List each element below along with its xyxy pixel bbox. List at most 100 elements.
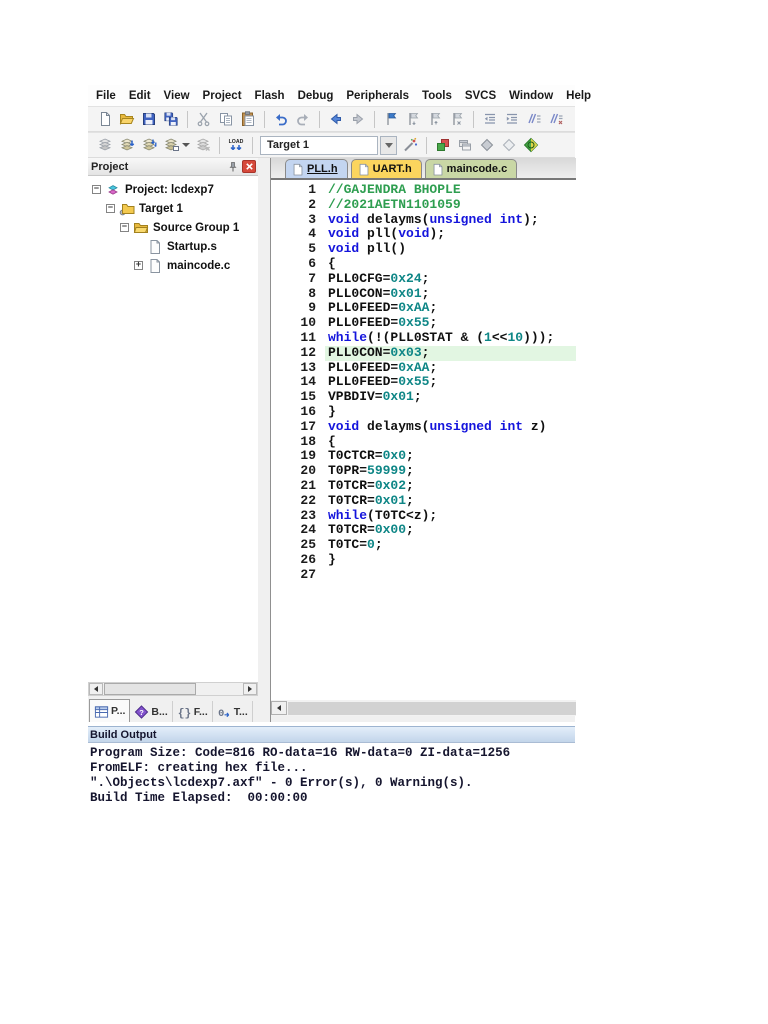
build-icon[interactable] <box>117 135 137 155</box>
target-selector-dropdown-icon[interactable] <box>380 136 397 155</box>
code-line: 16} <box>271 405 576 420</box>
manage-items-icon[interactable] <box>455 135 475 155</box>
code-text: T0TCR=0x02; <box>325 479 576 494</box>
paste-icon[interactable] <box>238 109 258 129</box>
project-horizontal-scrollbar[interactable] <box>88 682 258 696</box>
menu-window[interactable]: Window <box>509 90 553 102</box>
collapse-icon[interactable]: − <box>120 223 129 232</box>
bookmark-prev-icon[interactable] <box>425 109 445 129</box>
line-number: 3 <box>271 213 325 228</box>
code-line: 24T0TCR=0x00; <box>271 523 576 538</box>
options-wand-icon[interactable] <box>400 135 420 155</box>
collapse-icon[interactable]: − <box>106 204 115 213</box>
project-tree: −Project: lcdexp7−Target 1−Source Group … <box>88 176 258 682</box>
cut-icon[interactable] <box>194 109 214 129</box>
tree-item-project-lcdexp7[interactable]: −Project: lcdexp7 <box>88 180 258 199</box>
menu-project[interactable]: Project <box>203 90 242 102</box>
panel-tab-t[interactable]: 0T... <box>213 701 253 722</box>
flash-diamond-icon[interactable] <box>477 135 497 155</box>
scroll-left-icon[interactable] <box>89 683 103 695</box>
editor-tab-pll-h[interactable]: PLL.h <box>285 159 348 178</box>
expand-icon[interactable]: + <box>134 261 143 270</box>
indent-decrease-icon[interactable] <box>480 109 500 129</box>
menu-debug[interactable]: Debug <box>298 90 334 102</box>
line-number: 19 <box>271 449 325 464</box>
code-line: 7PLL0CFG=0x24; <box>271 272 576 287</box>
open-folder-icon[interactable] <box>117 109 137 129</box>
code-line: 18{ <box>271 435 576 450</box>
navigate-back-icon[interactable] <box>326 109 346 129</box>
editor-tab-uart-h[interactable]: UART.h <box>351 159 422 178</box>
editor-tab-maincode-c[interactable]: maincode.c <box>425 159 518 178</box>
scroll-left-icon[interactable] <box>271 701 287 715</box>
comment-icon[interactable] <box>524 109 544 129</box>
menu-svcs[interactable]: SVCS <box>465 90 496 102</box>
tree-item-maincode-c[interactable]: + maincode.c <box>88 256 258 275</box>
menu-help[interactable]: Help <box>566 90 591 102</box>
panel-splitter[interactable] <box>258 158 270 722</box>
build-output-header: Build Output <box>88 726 575 743</box>
target-selector[interactable]: Target 1 <box>260 136 378 155</box>
panel-tab-p[interactable]: P... <box>89 699 130 722</box>
editor-horizontal-scrollbar[interactable] <box>271 700 576 716</box>
line-number: 27 <box>271 568 325 583</box>
source-file-icon <box>147 258 163 274</box>
batch-build-icon[interactable] <box>161 135 181 155</box>
menu-edit[interactable]: Edit <box>129 90 151 102</box>
indent-increase-icon[interactable] <box>502 109 522 129</box>
scrollbar-track[interactable] <box>288 702 576 715</box>
undo-icon[interactable] <box>271 109 291 129</box>
redo-icon[interactable] <box>293 109 313 129</box>
save-all-icon[interactable] <box>161 109 181 129</box>
save-icon[interactable] <box>139 109 159 129</box>
code-text: T0PR=59999; <box>325 464 576 479</box>
scrollbar-track[interactable] <box>196 683 243 695</box>
batch-build-dropdown-icon[interactable] <box>182 143 190 147</box>
rebuild-icon[interactable] <box>139 135 159 155</box>
line-number: 13 <box>271 361 325 376</box>
code-line: 20T0PR=59999; <box>271 464 576 479</box>
menu-flash[interactable]: Flash <box>255 90 285 102</box>
bookmark-next-icon[interactable] <box>403 109 423 129</box>
bookmark-clear-icon[interactable] <box>447 109 467 129</box>
rte-cube-icon[interactable] <box>433 135 453 155</box>
menu-peripherals[interactable]: Peripherals <box>346 90 409 102</box>
collapse-icon[interactable]: − <box>92 185 101 194</box>
translate-icon[interactable] <box>95 135 115 155</box>
panel-tab-f[interactable]: {}F... <box>173 701 213 722</box>
pack-installer-icon[interactable] <box>521 135 541 155</box>
tree-item-source-group-1[interactable]: − Source Group 1 <box>88 218 258 237</box>
stop-build-icon[interactable] <box>193 135 213 155</box>
panel-tab-label: F... <box>194 706 208 718</box>
pin-icon[interactable] <box>226 160 240 173</box>
code-editor[interactable]: 1//GAJENDRA BHOPLE2//2021AETN11010593voi… <box>271 180 576 700</box>
panel-tab-b[interactable]: ?B... <box>130 701 172 722</box>
code-line: 27 <box>271 568 576 583</box>
bookmark-icon[interactable] <box>381 109 401 129</box>
build-output-line: Build Time Elapsed: 00:00:00 <box>90 791 768 806</box>
line-number: 5 <box>271 242 325 257</box>
copy-icon[interactable] <box>216 109 236 129</box>
uncomment-icon[interactable] <box>546 109 566 129</box>
main-area: Project −Project: lcdexp7−Target 1−Sourc… <box>88 158 575 722</box>
menu-view[interactable]: View <box>164 90 190 102</box>
code-text: while(T0TC<z); <box>325 509 576 524</box>
menu-file[interactable]: File <box>96 90 116 102</box>
panel-tab-bar: P...?B...{}F...0T... <box>88 698 270 722</box>
tree-item-startup-s[interactable]: Startup.s <box>88 237 258 256</box>
debug-diamond-icon[interactable] <box>499 135 519 155</box>
tree-item-label: Source Group 1 <box>153 222 239 234</box>
code-line: 22T0TCR=0x01; <box>271 494 576 509</box>
scrollbar-thumb[interactable] <box>104 683 196 695</box>
code-line: 15VPBDIV=0x01; <box>271 390 576 405</box>
close-icon[interactable] <box>242 160 256 173</box>
tree-item-target-1[interactable]: −Target 1 <box>88 199 258 218</box>
toolbar-separator <box>219 137 220 154</box>
scroll-right-icon[interactable] <box>243 683 257 695</box>
menu-tools[interactable]: Tools <box>422 90 452 102</box>
navigate-forward-icon[interactable] <box>348 109 368 129</box>
new-file-icon[interactable] <box>95 109 115 129</box>
download-load-icon[interactable]: LOAD <box>226 135 246 155</box>
tree-item-label: maincode.c <box>167 260 230 272</box>
code-text: PLL0CON=0x01; <box>325 287 576 302</box>
